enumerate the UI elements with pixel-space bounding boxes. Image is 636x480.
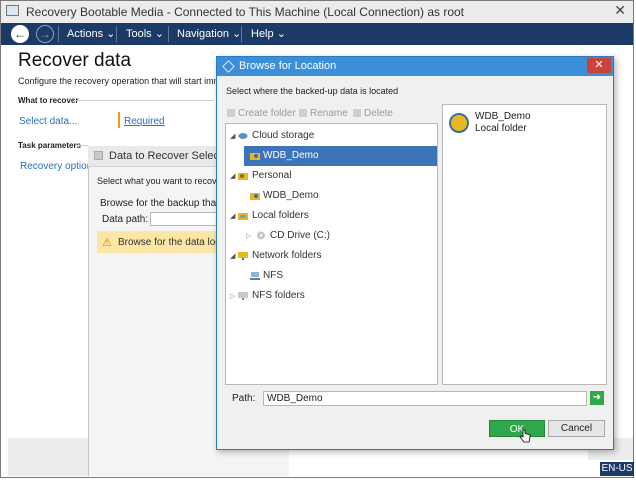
cancel-button[interactable]: Cancel xyxy=(548,420,605,437)
dialog-title: Browse for Location xyxy=(239,60,337,72)
menu-separator xyxy=(241,26,242,42)
rename-icon xyxy=(299,109,307,117)
app-icon xyxy=(6,5,19,16)
menu-help[interactable]: Help ⌄ xyxy=(251,27,286,40)
location-tree: ◢ Cloud storage WDB_Demo ◢ Personal WDB_… xyxy=(225,123,438,385)
folder-add-icon xyxy=(227,109,235,117)
disc-drive-icon xyxy=(256,231,266,240)
menu-tools[interactable]: Tools ⌄ xyxy=(126,27,164,40)
forward-arrow-icon[interactable]: → xyxy=(36,25,54,43)
back-arrow-icon[interactable]: ← xyxy=(11,25,29,43)
section-what-to-recover: What to recover xyxy=(18,96,79,105)
dialog-close-button[interactable]: ✕ xyxy=(587,58,611,73)
tree-item-cd-drive[interactable]: ▷ CD Drive (C:) xyxy=(244,226,437,246)
language-indicator[interactable]: EN-US xyxy=(600,462,634,476)
required-link[interactable]: Required xyxy=(124,116,165,127)
menu-navigation[interactable]: Navigation ⌄ xyxy=(177,27,241,40)
network-folder-icon xyxy=(238,251,248,260)
menu-separator xyxy=(116,26,117,42)
expand-triangle-icon: ◢ xyxy=(230,253,236,260)
window-close-icon[interactable]: ✕ xyxy=(614,2,626,19)
collapse-triangle-icon: ▷ xyxy=(230,293,236,300)
delete-icon xyxy=(353,109,361,117)
ok-button[interactable]: OK xyxy=(489,420,545,437)
delete-button[interactable]: Delete xyxy=(353,108,393,119)
page-title: Recover data xyxy=(18,50,132,71)
local-folder-icon xyxy=(238,211,248,220)
personal-folder-icon xyxy=(238,171,248,180)
create-folder-button[interactable]: Create folder xyxy=(227,108,296,119)
data-path-label: Data path: xyxy=(102,214,149,225)
section-task-parameters: Task parameters xyxy=(18,141,81,150)
select-data-link[interactable]: Select data... xyxy=(19,116,77,127)
chevron-down-icon: ⌄ xyxy=(106,28,116,40)
tree-item-wdb-demo-cloud[interactable]: WDB_Demo xyxy=(244,146,437,166)
browse-location-dialog: Browse for Location ✕ Select where the b… xyxy=(216,56,614,450)
chevron-down-icon: ⌄ xyxy=(276,28,286,40)
select-prompt: Select what you want to recover xyxy=(97,176,225,186)
menu-separator xyxy=(58,26,59,42)
required-marker xyxy=(118,112,120,128)
details-name: WDB_Demo xyxy=(475,111,531,122)
menu-separator xyxy=(168,26,169,42)
expand-triangle-icon: ◢ xyxy=(230,173,236,180)
folder-user-icon xyxy=(250,191,260,200)
collapse-triangle-icon: ▷ xyxy=(246,233,252,240)
nfs-icon xyxy=(250,271,260,280)
tree-item-network-folders[interactable]: ◢ Network folders xyxy=(226,246,437,266)
menu-actions[interactable]: Actions ⌄ xyxy=(67,27,115,40)
details-pane: WDB_Demo Local folder xyxy=(442,104,607,385)
recovery-options-link[interactable]: Recovery options xyxy=(20,161,97,172)
dialog-subtitle: Select where the backed-up data is locat… xyxy=(226,86,399,96)
tree-item-nfs-folders[interactable]: ▷ NFS folders xyxy=(226,286,437,306)
tree-item-local-folders[interactable]: ◢ Local folders xyxy=(226,206,437,226)
window-title: Recovery Bootable Media - Connected to T… xyxy=(26,5,465,19)
chevron-down-icon: ⌄ xyxy=(232,28,242,40)
expand-triangle-icon: ◢ xyxy=(230,133,236,140)
nfs-folder-icon xyxy=(238,291,248,300)
warning-icon: ⚠ xyxy=(102,237,112,249)
path-label: Path: xyxy=(232,393,256,404)
tree-item-wdb-demo-personal[interactable]: WDB_Demo xyxy=(244,186,437,206)
panel-icon xyxy=(94,151,103,160)
go-arrow-icon[interactable]: ➜ xyxy=(590,391,604,405)
cloud-icon xyxy=(238,131,248,140)
folder-user-icon xyxy=(449,113,469,133)
divider xyxy=(76,145,88,146)
divider xyxy=(74,100,214,101)
expand-triangle-icon: ◢ xyxy=(230,213,236,220)
rename-button[interactable]: Rename xyxy=(299,108,348,119)
folder-user-icon xyxy=(250,151,260,160)
tree-item-nfs[interactable]: NFS xyxy=(244,266,437,286)
tree-item-personal[interactable]: ◢ Personal xyxy=(226,166,437,186)
chevron-down-icon: ⌄ xyxy=(154,28,164,40)
hand-cursor-icon xyxy=(519,429,531,446)
details-type: Local folder xyxy=(475,123,527,134)
footer-strip xyxy=(8,438,90,476)
path-input[interactable]: WDB_Demo xyxy=(263,391,587,406)
tree-item-cloud-storage[interactable]: ◢ Cloud storage xyxy=(226,126,437,146)
